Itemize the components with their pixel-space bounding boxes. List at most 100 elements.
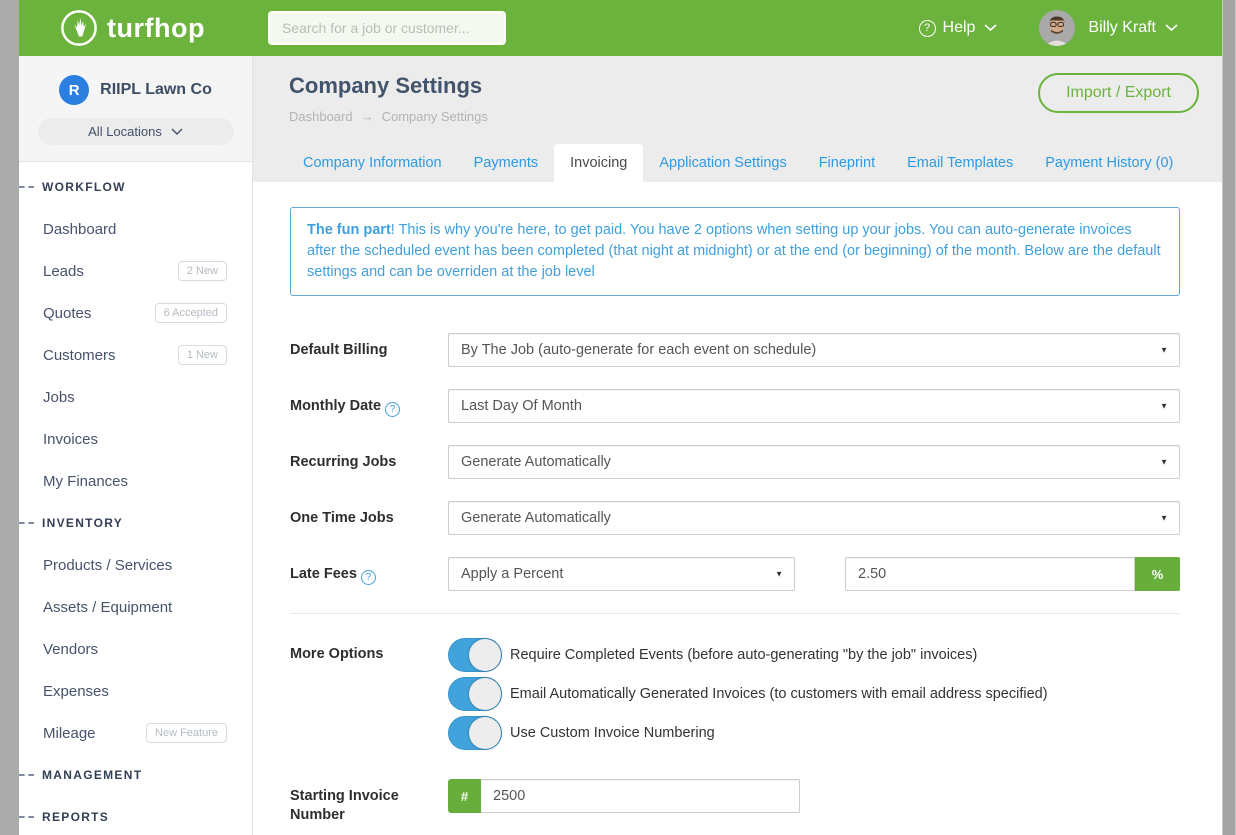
toggle-label: Require Completed Events (before auto-ge…: [510, 647, 977, 663]
sidebar-item[interactable]: Quotes 6 Accepted: [19, 292, 252, 334]
company-selector[interactable]: R RIIPL Lawn Co: [19, 75, 252, 105]
toggle-label: Use Custom Invoice Numbering: [510, 725, 715, 741]
sidebar-item[interactable]: Expenses: [19, 670, 252, 712]
tab-bar: Company Information Payments Invoicing A…: [253, 143, 1222, 182]
invoicing-panel: The fun part! This is why you're here, t…: [253, 182, 1222, 835]
toggle-switch[interactable]: [448, 677, 502, 711]
sidebar-item-label: Assets / Equipment: [43, 599, 172, 616]
chevron-down-icon: [984, 24, 997, 32]
default-billing-select[interactable]: By The Job (auto-generate for each event…: [448, 333, 1180, 367]
sidebar-section-reports[interactable]: REPORTS: [19, 796, 252, 835]
monthly-date-value: Last Day Of Month: [461, 398, 582, 414]
sidebar-item[interactable]: Assets / Equipment: [19, 586, 252, 628]
tab[interactable]: Application Settings: [643, 144, 802, 182]
late-fees-row: Late Fees? Apply a Percent ▼ %: [290, 557, 1180, 591]
select-caret-icon: ▼: [775, 570, 783, 579]
import-export-button[interactable]: Import / Export: [1038, 73, 1199, 113]
sidebar-item-label: Products / Services: [43, 557, 172, 574]
sidebar-section-inventory[interactable]: INVENTORY: [19, 502, 252, 544]
recurring-jobs-value: Generate Automatically: [461, 454, 611, 470]
sidebar-item[interactable]: Vendors: [19, 628, 252, 670]
sidebar-item[interactable]: Customers 1 New: [19, 334, 252, 376]
logo[interactable]: turfhop: [60, 9, 205, 47]
breadcrumb-company-settings: Company Settings: [382, 109, 488, 124]
select-caret-icon: ▼: [1160, 346, 1168, 355]
top-navbar: turfhop ? Help: [19, 0, 1222, 56]
sidebar-item[interactable]: Mileage New Feature: [19, 712, 252, 754]
user-name[interactable]: Billy Kraft: [1088, 19, 1156, 37]
late-fees-label: Late Fees?: [290, 557, 448, 591]
tab[interactable]: Invoicing: [554, 144, 643, 182]
one-time-jobs-select[interactable]: Generate Automatically ▼: [448, 501, 1180, 535]
help-tooltip-icon[interactable]: ?: [361, 570, 376, 585]
sidebar-item-label: Invoices: [43, 431, 98, 448]
help-tooltip-icon[interactable]: ?: [385, 402, 400, 417]
sidebar-item[interactable]: Invoices: [19, 418, 252, 460]
recurring-jobs-label: Recurring Jobs: [290, 445, 448, 479]
sidebar-section-management[interactable]: MANAGEMENT: [19, 754, 252, 796]
sidebar-company-block: R RIIPL Lawn Co All Locations: [19, 56, 252, 162]
toggle-label: Email Automatically Generated Invoices (…: [510, 686, 1048, 702]
location-selector[interactable]: All Locations: [38, 118, 234, 145]
recurring-jobs-select[interactable]: Generate Automatically ▼: [448, 445, 1180, 479]
late-fees-type-select[interactable]: Apply a Percent ▼: [448, 557, 795, 591]
chevron-down-icon[interactable]: [1165, 24, 1178, 32]
select-caret-icon: ▼: [1160, 514, 1168, 523]
toggle-knob: [469, 717, 501, 749]
tab[interactable]: Email Templates: [891, 144, 1029, 182]
toggle-switch[interactable]: [448, 716, 502, 750]
late-fee-amount-input[interactable]: [845, 557, 1135, 591]
sidebar-item[interactable]: Leads 2 New: [19, 250, 252, 292]
scrollbar-thumb[interactable]: [1223, 0, 1235, 835]
sidebar: R RIIPL Lawn Co All Locations WORKFLOW D…: [19, 56, 253, 835]
page-scrollbar[interactable]: [1222, 0, 1236, 835]
sidebar-item-label: My Finances: [43, 473, 128, 490]
monthly-date-label: Monthly Date?: [290, 389, 448, 423]
starting-invoice-number-input[interactable]: [481, 779, 800, 813]
sidebar-item[interactable]: My Finances: [19, 460, 252, 502]
sidebar-item-badge: 6 Accepted: [155, 303, 227, 323]
toggle-knob: [469, 678, 501, 710]
help-icon: ?: [919, 20, 936, 37]
sidebar-item[interactable]: Dashboard: [19, 208, 252, 250]
starting-invoice-number-label: Starting Invoice Number: [290, 779, 448, 825]
one-time-jobs-label: One Time Jobs: [290, 501, 448, 535]
tab[interactable]: Payments: [458, 144, 554, 182]
search-input[interactable]: [268, 11, 506, 45]
help-label: Help: [943, 19, 976, 37]
sidebar-item-label: Quotes: [43, 305, 91, 322]
tab-label: Payment History (0): [1045, 155, 1173, 171]
sidebar-item-badge: 2 New: [178, 261, 227, 281]
sidebar-item-badge: 1 New: [178, 345, 227, 365]
help-menu[interactable]: ? Help: [919, 19, 998, 37]
topbar-right: ? Help Billy Kraft: [919, 10, 1222, 46]
sidebar-item-label: Expenses: [43, 683, 109, 700]
toggle-knob: [469, 639, 501, 671]
sidebar-item[interactable]: Jobs: [19, 376, 252, 418]
main-content: Company Settings Dashboard → Company Set…: [253, 56, 1222, 835]
intro-bold: The fun part: [307, 222, 391, 238]
chevron-down-icon: [171, 128, 183, 136]
recurring-jobs-row: Recurring Jobs Generate Automatically ▼: [290, 445, 1180, 479]
tab-label: Company Information: [303, 155, 442, 171]
tab[interactable]: Payment History (0): [1029, 144, 1189, 182]
sidebar-item-badge: New Feature: [146, 723, 227, 743]
tab[interactable]: Company Information: [287, 144, 458, 182]
late-fees-type-value: Apply a Percent: [461, 566, 563, 582]
tab-label: Fineprint: [819, 155, 875, 171]
one-time-jobs-row: One Time Jobs Generate Automatically ▼: [290, 501, 1180, 535]
sidebar-item-label: Customers: [43, 347, 116, 364]
tab[interactable]: Fineprint: [803, 144, 891, 182]
default-billing-row: Default Billing By The Job (auto-generat…: [290, 333, 1180, 367]
monthly-date-select[interactable]: Last Day Of Month ▼: [448, 389, 1180, 423]
default-billing-value: By The Job (auto-generate for each event…: [461, 342, 816, 358]
monthly-date-row: Monthly Date? Last Day Of Month ▼: [290, 389, 1180, 423]
sidebar-section-workflow[interactable]: WORKFLOW: [19, 166, 252, 208]
sidebar-item-label: Dashboard: [43, 221, 116, 238]
divider: [290, 613, 1180, 614]
avatar[interactable]: [1039, 10, 1075, 46]
starting-invoice-number-row: Starting Invoice Number #: [290, 779, 1180, 825]
sidebar-item[interactable]: Products / Services: [19, 544, 252, 586]
breadcrumb-dashboard[interactable]: Dashboard: [289, 109, 353, 124]
toggle-switch[interactable]: [448, 638, 502, 672]
